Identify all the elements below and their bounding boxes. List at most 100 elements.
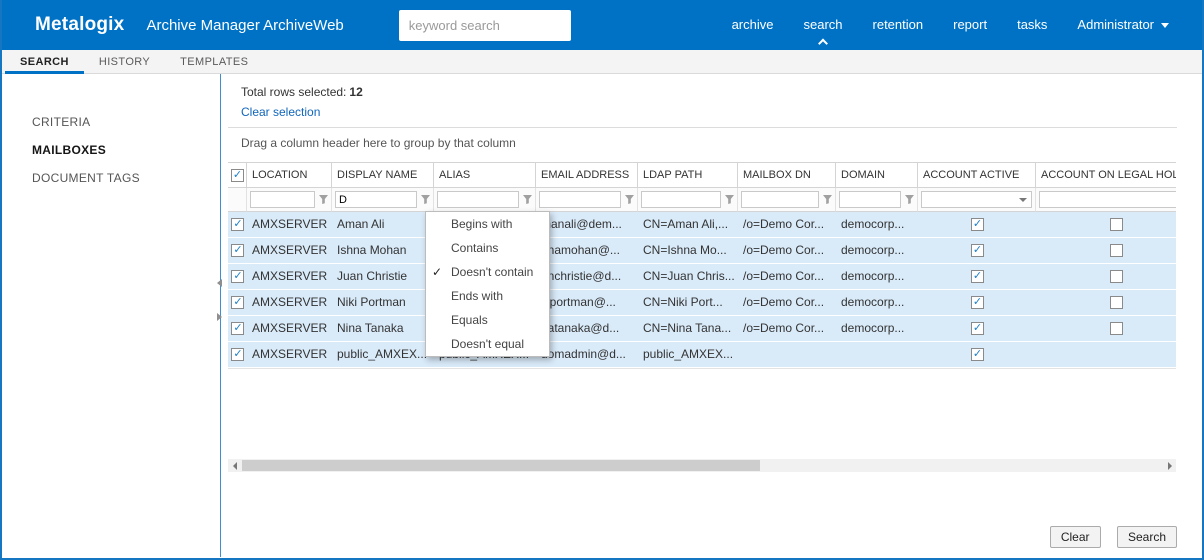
selection-count: 12 bbox=[349, 85, 363, 99]
column-header-display_name[interactable]: DISPLAY NAME bbox=[332, 162, 434, 188]
cell-ldap_path: CN=Aman Ali,... bbox=[643, 217, 729, 231]
grid-rows: AMXSERVER Aman Ali manali@dem... CN=Aman Al… bbox=[228, 212, 1176, 369]
filter-icon[interactable] bbox=[316, 192, 331, 207]
row-checkbox[interactable] bbox=[231, 270, 244, 283]
account-active-checkbox[interactable] bbox=[970, 322, 984, 335]
table-row[interactable]: AMXSERVER Niki Portman kiportman@... CN=Nik… bbox=[228, 290, 1176, 316]
filter-input-alias[interactable] bbox=[437, 191, 519, 208]
filter-input-legal_hold[interactable] bbox=[1039, 191, 1176, 208]
filter-icon[interactable] bbox=[902, 192, 917, 207]
column-header-alias[interactable]: ALIAS bbox=[434, 162, 536, 188]
cell-display_name: public_AMXEX... bbox=[337, 347, 428, 361]
scrollbar-thumb[interactable] bbox=[242, 460, 760, 471]
cell-ldap_path: CN=Ishna Mo... bbox=[643, 243, 727, 257]
table-row[interactable]: AMXSERVER Ishna Mohan hnamohan@... CN=Ishna… bbox=[228, 238, 1176, 264]
filter-cell-display_name bbox=[332, 188, 434, 212]
filter-icon[interactable] bbox=[622, 192, 637, 207]
scroll-right-button[interactable] bbox=[1163, 459, 1176, 472]
cell-location: AMXSERVER bbox=[252, 243, 328, 257]
column-header-label: DOMAIN bbox=[841, 169, 885, 181]
filter-menu-item[interactable]: Begins with bbox=[426, 212, 549, 236]
column-header-email[interactable]: EMAIL ADDRESS bbox=[536, 162, 638, 188]
menu-item-label: Contains bbox=[451, 241, 499, 255]
active-nav-caret-icon bbox=[818, 38, 828, 49]
check-icon: ✓ bbox=[432, 265, 443, 279]
column-header-label: ACCOUNT ON LEGAL HOLD bbox=[1041, 169, 1176, 181]
filter-icon[interactable] bbox=[722, 192, 737, 207]
filter-menu-item[interactable]: Doesn't equal bbox=[426, 332, 549, 356]
triangle-right-icon bbox=[1167, 461, 1172, 470]
nav-search[interactable]: search bbox=[788, 0, 857, 50]
clear-selection-link[interactable]: Clear selection bbox=[241, 104, 320, 120]
column-header-location[interactable]: LOCATION bbox=[247, 162, 332, 188]
account-active-checkbox[interactable] bbox=[970, 348, 984, 361]
table-row[interactable]: AMXSERVER Nina Tanaka natanaka@d... CN=Nina… bbox=[228, 316, 1176, 342]
cell-email: uomadmin@d... bbox=[541, 347, 626, 361]
cell-display_name: Juan Christie bbox=[337, 269, 408, 283]
filter-input-location[interactable] bbox=[250, 191, 315, 208]
filter-dropdown-account_active[interactable] bbox=[921, 191, 1032, 208]
legal-hold-checkbox[interactable] bbox=[1109, 322, 1123, 335]
cell-mailbox_dn bbox=[738, 342, 836, 367]
cell-mailbox_dn: /o=Demo Cor... bbox=[743, 217, 825, 231]
filter-icon[interactable] bbox=[418, 192, 433, 207]
legal-hold-checkbox[interactable] bbox=[1109, 296, 1123, 309]
nav-retention[interactable]: retention bbox=[858, 0, 939, 50]
table-row[interactable]: AMXSERVER public_AMXEX... public_AMXEX... u… bbox=[228, 342, 1176, 368]
column-header-mailbox_dn[interactable]: MAILBOX DN bbox=[738, 162, 836, 188]
filter-menu-item[interactable]: Ends with bbox=[426, 284, 549, 308]
legal-hold-checkbox[interactable] bbox=[1109, 218, 1123, 231]
cell-email: kiportman@... bbox=[541, 295, 616, 309]
filter-input-ldap_path[interactable] bbox=[641, 191, 721, 208]
sidebar-item-criteria[interactable]: CRITERIA bbox=[2, 108, 220, 136]
clear-button[interactable]: Clear bbox=[1049, 526, 1101, 548]
row-checkbox[interactable] bbox=[231, 218, 244, 231]
sidebar-item-mailboxes[interactable]: MAILBOXES bbox=[2, 136, 220, 164]
tab-search[interactable]: SEARCH bbox=[5, 50, 84, 74]
filter-input-mailbox_dn[interactable] bbox=[741, 191, 819, 208]
tab-history[interactable]: HISTORY bbox=[84, 50, 165, 74]
legal-hold-checkbox[interactable] bbox=[1109, 270, 1123, 283]
nav-archive[interactable]: archive bbox=[717, 0, 789, 50]
nav-report[interactable]: report bbox=[938, 0, 1002, 50]
column-header-ldap_path[interactable]: LDAP PATH bbox=[638, 162, 738, 188]
keyword-search-input[interactable] bbox=[398, 9, 571, 41]
row-checkbox[interactable] bbox=[231, 244, 244, 257]
row-checkbox[interactable] bbox=[231, 348, 244, 361]
horizontal-scrollbar[interactable] bbox=[228, 459, 1176, 472]
sidebar-item-document-tags[interactable]: DOCUMENT TAGS bbox=[2, 164, 220, 192]
scroll-left-button[interactable] bbox=[228, 459, 241, 472]
expand-right-icon[interactable] bbox=[217, 313, 222, 321]
row-checkbox[interactable] bbox=[231, 296, 244, 309]
row-checkbox[interactable] bbox=[231, 322, 244, 335]
account-active-checkbox[interactable] bbox=[970, 296, 984, 309]
filter-input-domain[interactable] bbox=[839, 191, 901, 208]
select-all-checkbox[interactable] bbox=[230, 168, 244, 182]
search-button[interactable]: Search bbox=[1116, 526, 1177, 548]
splitter-handle[interactable] bbox=[215, 279, 224, 321]
filter-icon[interactable] bbox=[520, 192, 535, 207]
user-menu-label: Administrator bbox=[1077, 17, 1154, 32]
table-row[interactable]: AMXSERVER Aman Ali manali@dem... CN=Aman Al… bbox=[228, 212, 1176, 238]
filter-menu-item[interactable]: ✓ Doesn't contain bbox=[426, 260, 549, 284]
legal-hold-checkbox[interactable] bbox=[1109, 244, 1123, 257]
column-header-domain[interactable]: DOMAIN bbox=[836, 162, 918, 188]
table-row[interactable]: AMXSERVER Juan Christie anchristie@d... CN=… bbox=[228, 264, 1176, 290]
cell-display_name: Nina Tanaka bbox=[337, 321, 404, 335]
tab-templates[interactable]: TEMPLATES bbox=[165, 50, 263, 74]
column-header-account_active[interactable]: ACCOUNT ACTIVE bbox=[918, 162, 1036, 188]
cell-location: AMXSERVER bbox=[252, 295, 328, 309]
account-active-checkbox[interactable] bbox=[970, 218, 984, 231]
nav-tasks[interactable]: tasks bbox=[1002, 0, 1062, 50]
filter-cell-select bbox=[228, 188, 247, 212]
user-menu-administrator[interactable]: Administrator bbox=[1062, 0, 1184, 50]
filter-menu-item[interactable]: Contains bbox=[426, 236, 549, 260]
column-header-legal_hold[interactable]: ACCOUNT ON LEGAL HOLD bbox=[1036, 162, 1176, 188]
account-active-checkbox[interactable] bbox=[970, 270, 984, 283]
collapse-left-icon[interactable] bbox=[217, 279, 222, 287]
filter-input-display_name[interactable] bbox=[335, 191, 417, 208]
filter-icon[interactable] bbox=[820, 192, 835, 207]
filter-input-email[interactable] bbox=[539, 191, 621, 208]
account-active-checkbox[interactable] bbox=[970, 244, 984, 257]
filter-menu-item[interactable]: Equals bbox=[426, 308, 549, 332]
